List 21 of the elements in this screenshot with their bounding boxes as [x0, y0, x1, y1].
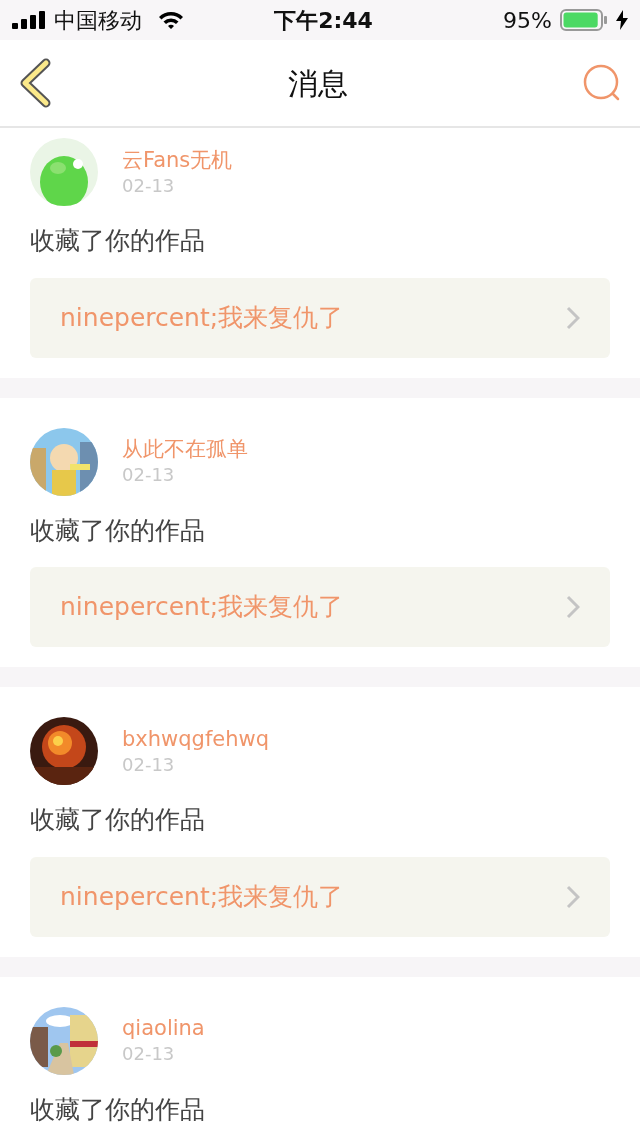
- chevron-icon: [566, 595, 580, 619]
- user-name[interactable]: qiaolina: [122, 1015, 205, 1043]
- action-text: 收藏了你的作品: [30, 225, 206, 257]
- user-name[interactable]: bxhwqgfehwq: [122, 725, 270, 753]
- battery-percent: 95%: [503, 6, 552, 35]
- battery-icon: [560, 9, 608, 31]
- chevron-icon: [566, 305, 580, 330]
- user-name[interactable]: 从此不在孤单: [122, 436, 248, 464]
- work-link[interactable]: ninepercent;我来复仇了: [30, 856, 610, 937]
- wifi-icon: [158, 10, 184, 30]
- action-text: 收藏了你的作品: [30, 804, 206, 836]
- work-link[interactable]: ninepercent;我来复仇了: [30, 567, 610, 647]
- user-name[interactable]: 云Fans无机: [122, 146, 233, 174]
- clock-time: 下午2:44: [274, 6, 373, 35]
- action-text: 收藏了你的作品: [30, 1093, 206, 1126]
- work-link[interactable]: ninepercent;我来复仇了: [30, 277, 610, 358]
- page-title: 消息: [288, 64, 348, 103]
- action-text: 收藏了你的作品: [30, 514, 206, 547]
- signal-icon: [12, 11, 46, 29]
- chevron-icon: [566, 884, 580, 909]
- carrier-name: 中国移动: [54, 6, 142, 35]
